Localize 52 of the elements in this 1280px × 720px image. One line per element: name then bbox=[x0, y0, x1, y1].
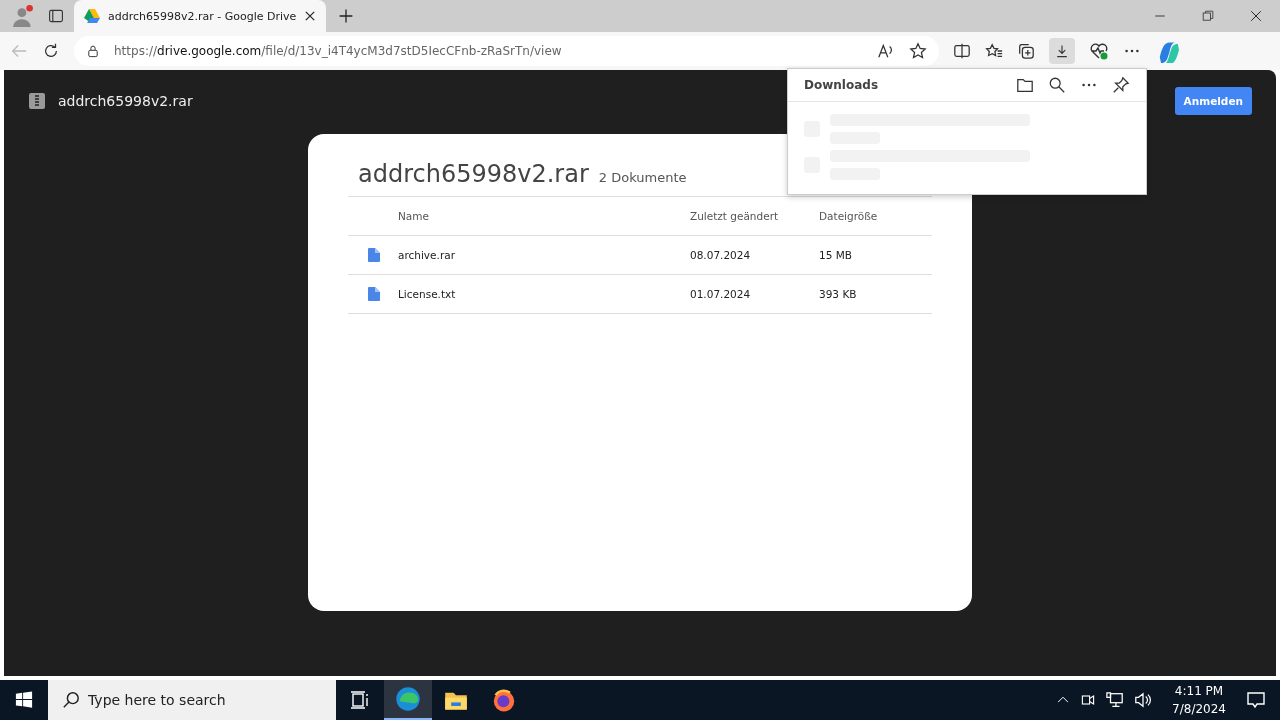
firefox-icon[interactable] bbox=[492, 688, 516, 712]
column-header: Zuletzt geändert bbox=[690, 210, 780, 222]
refresh-icon[interactable] bbox=[42, 42, 60, 60]
archive-title: addrch65998v2.rar bbox=[358, 160, 589, 188]
address-bar[interactable]: https://drive.google.com/file/d/13v_i4T4ycM3d7stD5IecCFnb-zRaSrTn/view bbox=[74, 36, 939, 66]
lock-icon bbox=[86, 44, 100, 58]
new-tab-icon[interactable] bbox=[338, 8, 355, 24]
document-icon bbox=[368, 248, 380, 262]
download-button[interactable] bbox=[1049, 38, 1075, 64]
profile-icon[interactable] bbox=[12, 5, 34, 27]
split-screen-icon[interactable] bbox=[953, 42, 971, 60]
collections-icon[interactable] bbox=[1017, 42, 1035, 60]
read-aloud-icon[interactable] bbox=[877, 42, 895, 60]
clock-time[interactable]: 4:11 PM bbox=[1172, 682, 1226, 700]
notification-icon[interactable] bbox=[1246, 690, 1266, 710]
file-title: addrch65998v2.rar bbox=[58, 93, 193, 109]
search-icon bbox=[62, 691, 80, 709]
url-text: https://drive.google.com/file/d/13v_i4T4ycM3d7stD5IecCFnb-zRaSrTn/view bbox=[114, 44, 563, 58]
volume-icon[interactable] bbox=[1134, 691, 1153, 709]
clock-date[interactable]: 7/8/2024 bbox=[1172, 700, 1226, 718]
tab-actions-icon[interactable] bbox=[48, 8, 64, 24]
camera-icon[interactable] bbox=[1080, 692, 1097, 708]
pin-icon[interactable] bbox=[1112, 76, 1130, 94]
file-size: 15 MB bbox=[819, 249, 853, 261]
edge-browser-icon[interactable] bbox=[395, 686, 421, 712]
file-name[interactable]: archive.rar bbox=[398, 249, 690, 261]
column-header: Dateigröße bbox=[819, 210, 879, 222]
close-icon[interactable] bbox=[304, 10, 317, 22]
task-view-icon[interactable] bbox=[350, 690, 370, 710]
browser-tab[interactable]: addrch65998v2.rar - Google Drive bbox=[74, 0, 327, 32]
close-icon[interactable] bbox=[1250, 10, 1262, 22]
network-icon[interactable] bbox=[1106, 691, 1125, 709]
drive-logo-icon bbox=[84, 9, 100, 23]
restore-icon[interactable] bbox=[1202, 10, 1214, 22]
downloads-title: Downloads bbox=[804, 78, 880, 92]
file-size: 393 KB bbox=[819, 288, 858, 300]
document-icon bbox=[368, 287, 380, 301]
heart-pulse-icon[interactable] bbox=[1089, 41, 1109, 61]
document-count: 2 Dokumente bbox=[598, 170, 687, 185]
windows-start-icon[interactable] bbox=[15, 691, 33, 709]
modified-date: 08.07.2024 bbox=[690, 249, 752, 261]
file-name[interactable]: License.txt bbox=[398, 288, 690, 300]
star-icon[interactable] bbox=[909, 42, 927, 60]
favorites-icon[interactable] bbox=[985, 42, 1003, 60]
modified-date: 01.07.2024 bbox=[690, 288, 752, 300]
folder-icon[interactable] bbox=[1016, 76, 1034, 94]
taskbar-search-field[interactable]: Type here to search bbox=[48, 680, 336, 720]
search-icon[interactable] bbox=[1048, 76, 1066, 94]
download-icon bbox=[1054, 43, 1070, 59]
sign-in-button[interactable]: Anmelden bbox=[1174, 87, 1252, 115]
column-header: Name bbox=[398, 210, 430, 222]
archive-file-icon bbox=[28, 92, 46, 110]
